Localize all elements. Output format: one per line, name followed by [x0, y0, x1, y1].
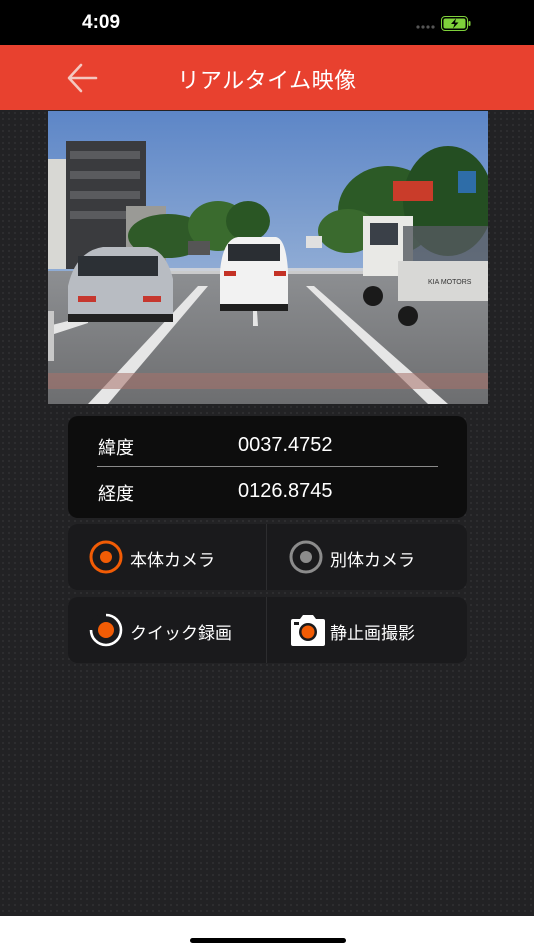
home-indicator-area — [0, 916, 534, 950]
snapshot-label: 静止画撮影 — [330, 624, 415, 644]
longitude-value: 0126.8745 — [238, 480, 333, 502]
record-icon — [89, 613, 123, 647]
page-title: リアルタイム映像 — [177, 69, 357, 94]
main-camera-option[interactable]: 本体カメラ — [68, 524, 267, 590]
actions-panel: クイック録画 静止画撮影 — [68, 597, 467, 663]
latitude-label: 緯度 — [98, 438, 134, 459]
camera-select-panel: 本体カメラ 別体カメラ — [68, 524, 467, 590]
cellular-signal-icon — [416, 25, 435, 29]
radio-selected-icon — [89, 540, 123, 574]
home-indicator[interactable] — [190, 938, 346, 943]
latitude-row: 緯度 0037.4752 — [98, 424, 438, 464]
video-frame-image: KIA MOTORS — [48, 111, 488, 404]
sub-camera-label: 別体カメラ — [330, 551, 415, 571]
live-video-feed[interactable]: KIA MOTORS — [48, 111, 488, 404]
gps-coordinates-panel: 緯度 0037.4752 経度 0126.8745 — [68, 416, 467, 518]
truck-text: KIA MOTORS — [428, 279, 472, 286]
camera-icon — [291, 615, 325, 646]
snapshot-button[interactable]: 静止画撮影 — [268, 597, 467, 663]
sub-camera-option[interactable]: 別体カメラ — [268, 524, 467, 590]
longitude-row: 経度 0126.8745 — [98, 470, 438, 510]
quick-record-button[interactable]: クイック録画 — [68, 597, 267, 663]
status-bar: 4:09 — [0, 0, 534, 45]
coordinate-divider — [97, 466, 438, 467]
quick-record-label: クイック録画 — [130, 624, 232, 644]
latitude-value: 0037.4752 — [238, 434, 333, 456]
main-camera-label: 本体カメラ — [130, 551, 215, 571]
longitude-label: 経度 — [98, 484, 134, 505]
radio-unselected-icon — [289, 540, 323, 574]
status-time: 4:09 — [82, 12, 121, 33]
app-header: リアルタイム映像 — [0, 45, 534, 110]
battery-charging-icon — [441, 16, 471, 31]
